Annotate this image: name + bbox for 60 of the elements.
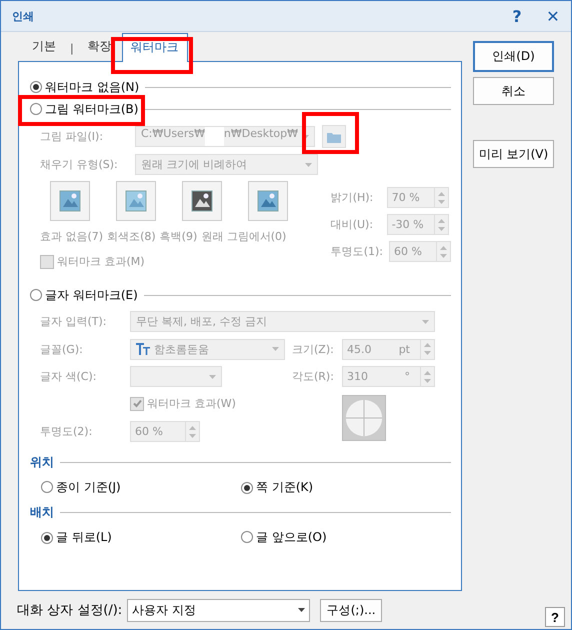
field-label: 채우기 유형(S): (40, 157, 119, 172)
help-button[interactable]: ? (545, 607, 565, 627)
radio-option[interactable]: 쪽 기준(K) (241, 479, 314, 496)
tab[interactable]: 확장 (86, 35, 114, 61)
close-button[interactable]: ✕ (535, 6, 571, 26)
spin-arrows-icon[interactable] (424, 370, 431, 384)
spin-arrows-icon[interactable] (438, 218, 445, 232)
radio-option[interactable]: 글 앞으로(O) (241, 528, 327, 546)
dialog-button[interactable]: 인쇄(D) (473, 41, 554, 72)
caret-icon (272, 347, 279, 352)
field-label: 각도(R): (292, 369, 335, 384)
configure-button[interactable]: 구성(;)... (320, 598, 382, 622)
field-label: 대비(U): (330, 217, 374, 232)
radio-option[interactable]: 워터마크 없음(N) (30, 78, 140, 96)
effect-label: 원래 그림에서(0) (201, 229, 286, 244)
tab-separator: | (69, 42, 75, 57)
spin-arrows-icon[interactable] (438, 190, 445, 204)
help-button[interactable]: ? (499, 6, 535, 26)
folder-icon (327, 130, 341, 142)
dialog-button[interactable]: 미리 보기(V) (473, 140, 554, 168)
font-icon (136, 343, 150, 356)
section-heading: 위치 (30, 454, 54, 471)
picture-icon (257, 190, 279, 212)
effect-button[interactable] (182, 181, 222, 221)
settings-combo[interactable]: 사용자 지정 (127, 598, 310, 622)
field-label: 투명도(1): (330, 244, 383, 259)
effect-label: 흑백(9) (160, 229, 198, 244)
caret-icon (422, 320, 429, 324)
dialog-button[interactable]: 취소 (473, 77, 554, 105)
field-label: 그림 파일(I): (40, 129, 104, 144)
field-label: 글자 색(C): (40, 369, 98, 384)
field-label: 밝기(H): (330, 190, 374, 205)
spin-arrows-icon[interactable] (189, 424, 196, 439)
color-combo[interactable] (130, 366, 222, 388)
effect-label: 효과 없음(7) (40, 229, 104, 244)
effect-button[interactable] (248, 181, 288, 221)
spin-arrows-icon[interactable] (424, 342, 431, 356)
caret-icon (305, 162, 312, 166)
spin-arrows-icon[interactable] (440, 244, 447, 258)
picture-icon (125, 190, 147, 212)
tab[interactable]: 기본 (30, 35, 58, 61)
angle-dial-icon (342, 394, 386, 440)
radio-option[interactable]: 종이 기준(J) (41, 478, 121, 496)
field-label: 글꼴(G): (40, 342, 84, 357)
check-icon (132, 398, 142, 410)
effect-label: 회색조(8) (107, 229, 156, 244)
picture-icon (59, 190, 81, 212)
picture-icon (191, 190, 213, 212)
highlight-frame (302, 112, 359, 154)
field-label: 크기(Z): (292, 342, 335, 357)
caret-icon (298, 608, 306, 612)
field-label: 글자 입력(T): (40, 314, 108, 330)
browse-button[interactable] (322, 125, 346, 148)
section-heading: 배치 (30, 504, 54, 521)
field-label: 투명도(2): (40, 424, 94, 440)
field-label: 대화 상자 설정(/): (17, 602, 122, 619)
effect-button[interactable] (50, 181, 90, 221)
radio-option[interactable]: 글 뒤로(L) (41, 529, 112, 546)
window-title: 인쇄 (12, 8, 35, 24)
caret-icon (209, 374, 216, 379)
